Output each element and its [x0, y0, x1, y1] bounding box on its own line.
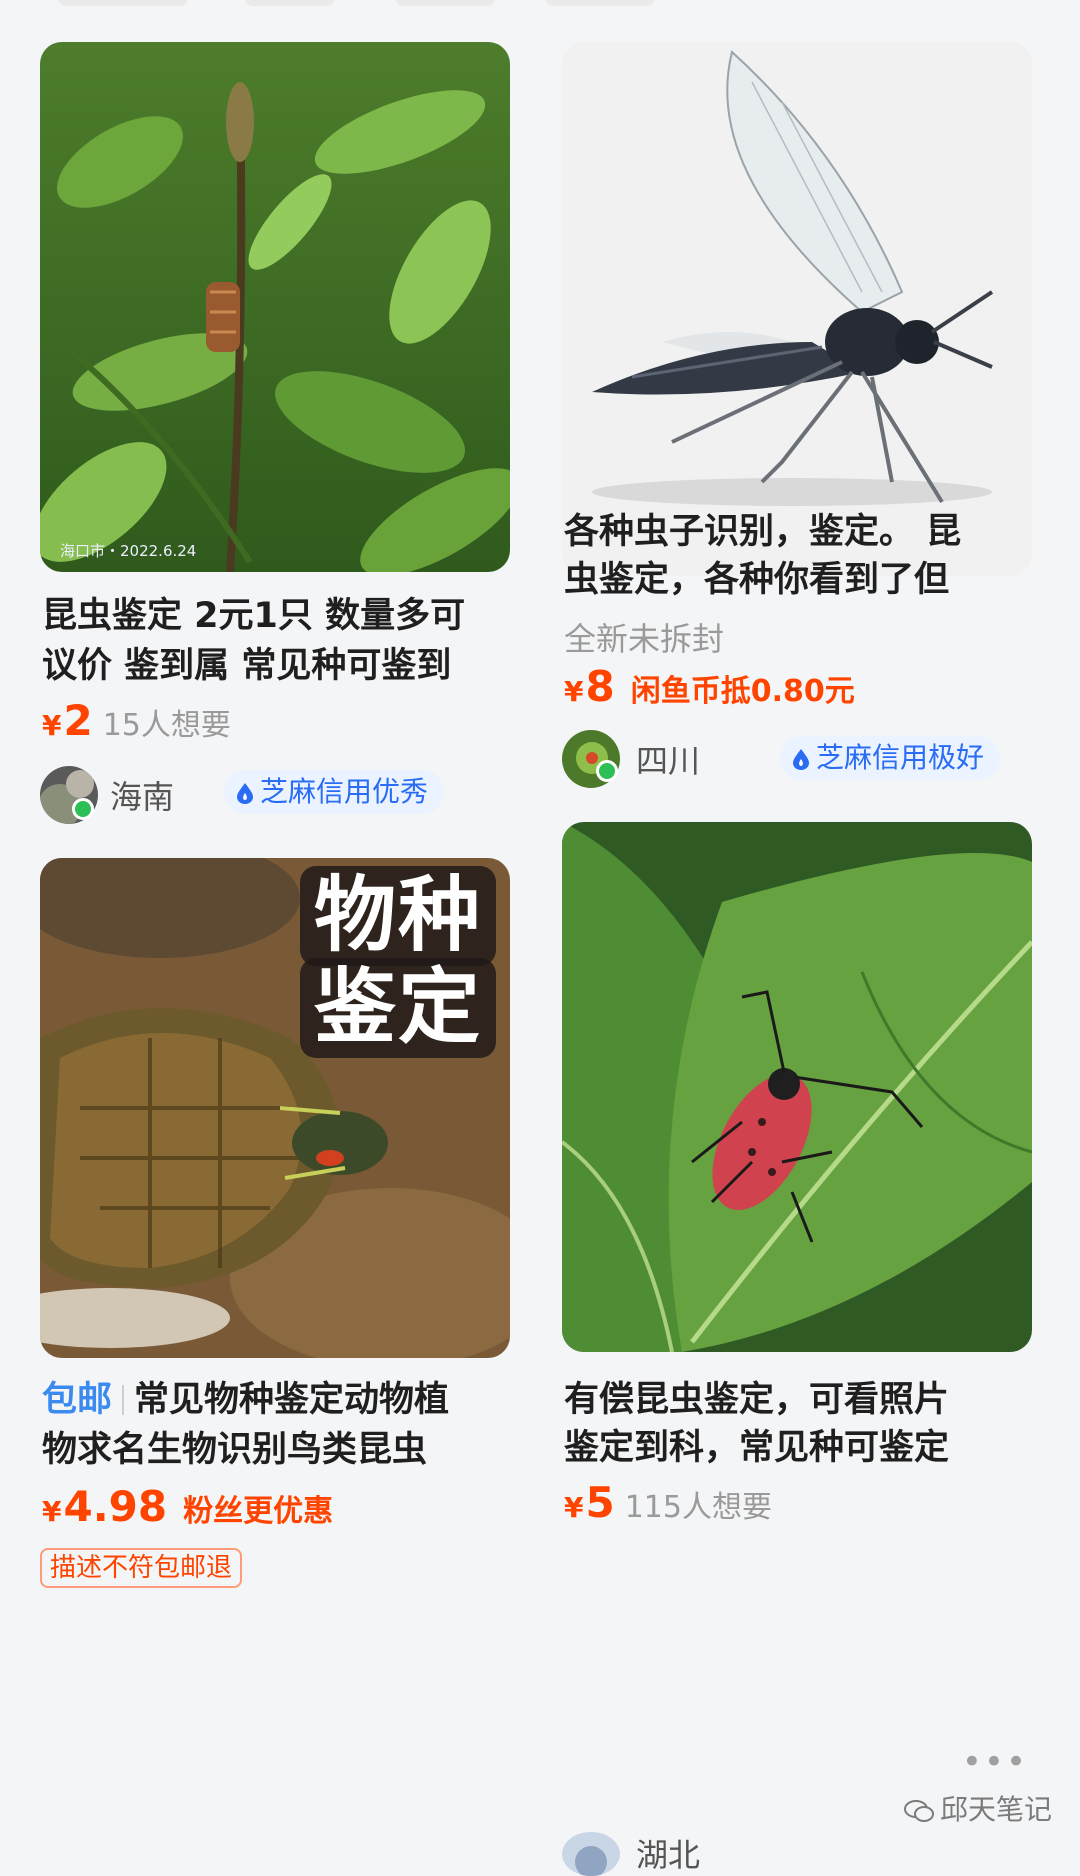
credit-badge: 芝麻信用极好: [780, 736, 1001, 780]
watermark-text: 邱天笔记: [939, 1793, 1052, 1826]
chat-bubble-icon: [903, 1800, 934, 1822]
image-overlay-line1: 物种: [299, 866, 496, 966]
price-row: ¥2 15人想要: [42, 696, 231, 745]
product-image[interactable]: [562, 42, 1032, 576]
price: 4.98: [63, 1482, 168, 1531]
currency-symbol: ¥: [564, 675, 584, 708]
seller-region: 四川: [636, 742, 701, 780]
price-row: ¥5 115人想要: [564, 1478, 772, 1527]
currency-symbol: ¥: [42, 709, 62, 742]
title-text: 常见物种鉴定动物植: [134, 1380, 450, 1420]
seller-region: 湖北: [636, 1836, 701, 1874]
fan-discount: 粉丝更优惠: [183, 1494, 334, 1529]
product-title-line2: 虫鉴定，各种你看到了但: [564, 560, 950, 600]
free-shipping-tag: 包邮: [42, 1380, 113, 1420]
flame-drop-icon: [237, 783, 253, 804]
more-options-icon[interactable]: •••: [962, 1742, 1028, 1782]
currency-symbol: ¥: [564, 1491, 584, 1524]
product-card[interactable]: 物种 鉴定 包邮 常见物种鉴定动物植 物求名生物识别鸟类昆虫 ¥4.98 粉丝更优惠…: [40, 858, 510, 1854]
product-title: 包邮 常见物种鉴定动物植: [42, 1372, 512, 1428]
flame-drop-icon: [793, 749, 809, 770]
want-count: 115人想要: [624, 1490, 772, 1525]
return-policy-tag: 描述不符包邮退: [40, 1548, 243, 1588]
seller-avatar[interactable]: [562, 1832, 620, 1876]
currency-symbol: ¥: [42, 1495, 62, 1528]
price: 5: [585, 1478, 615, 1527]
product-card[interactable]: 海口市・2022.6.24 昆虫鉴定 2元1只 数量多可 议价 鉴到属 常见种可…: [40, 42, 510, 824]
online-dot: [596, 760, 618, 782]
online-dot: [72, 798, 94, 820]
product-title-line2: 鉴定到科，常见种可鉴定: [564, 1428, 950, 1468]
product-title-line2: 物求名生物识别鸟类昆虫: [42, 1430, 428, 1470]
product-image[interactable]: [562, 822, 1032, 1352]
watermark: 邱天笔记: [903, 1788, 1052, 1828]
divider: [122, 1385, 125, 1415]
product-title: 昆虫鉴定 2元1只 数量多可: [42, 596, 466, 636]
photo-stamp: 海口市・2022.6.24: [60, 542, 197, 560]
coin-discount: 闲鱼币抵0.80元: [630, 674, 855, 709]
price: 2: [63, 696, 93, 745]
image-overlay-line2: 鉴定: [299, 958, 496, 1058]
credit-text: 芝麻信用优秀: [260, 775, 429, 808]
credit-text: 芝麻信用极好: [816, 741, 985, 774]
price-row: ¥8 闲鱼币抵0.80元: [564, 662, 855, 711]
item-condition: 全新未拆封: [564, 620, 725, 658]
product-image[interactable]: [40, 42, 510, 572]
product-card[interactable]: 有偿昆虫鉴定，可看照片 鉴定到科，常见种可鉴定 ¥5 115人想要 湖北: [562, 822, 1032, 1876]
price-row: ¥4.98 粉丝更优惠: [42, 1482, 333, 1531]
credit-badge: 芝麻信用优秀: [224, 770, 445, 814]
price: 8: [585, 662, 615, 711]
product-card[interactable]: 各种虫子识别，鉴定。 昆 虫鉴定，各种你看到了但 全新未拆封 ¥8 闲鱼币抵0.8…: [562, 42, 1032, 812]
seller-region: 海南: [110, 778, 175, 816]
want-count: 15人想要: [102, 708, 231, 743]
top-tag-stubs: [0, 0, 1080, 8]
product-title-line2: 议价 鉴到属 常见种可鉴到: [42, 646, 452, 686]
